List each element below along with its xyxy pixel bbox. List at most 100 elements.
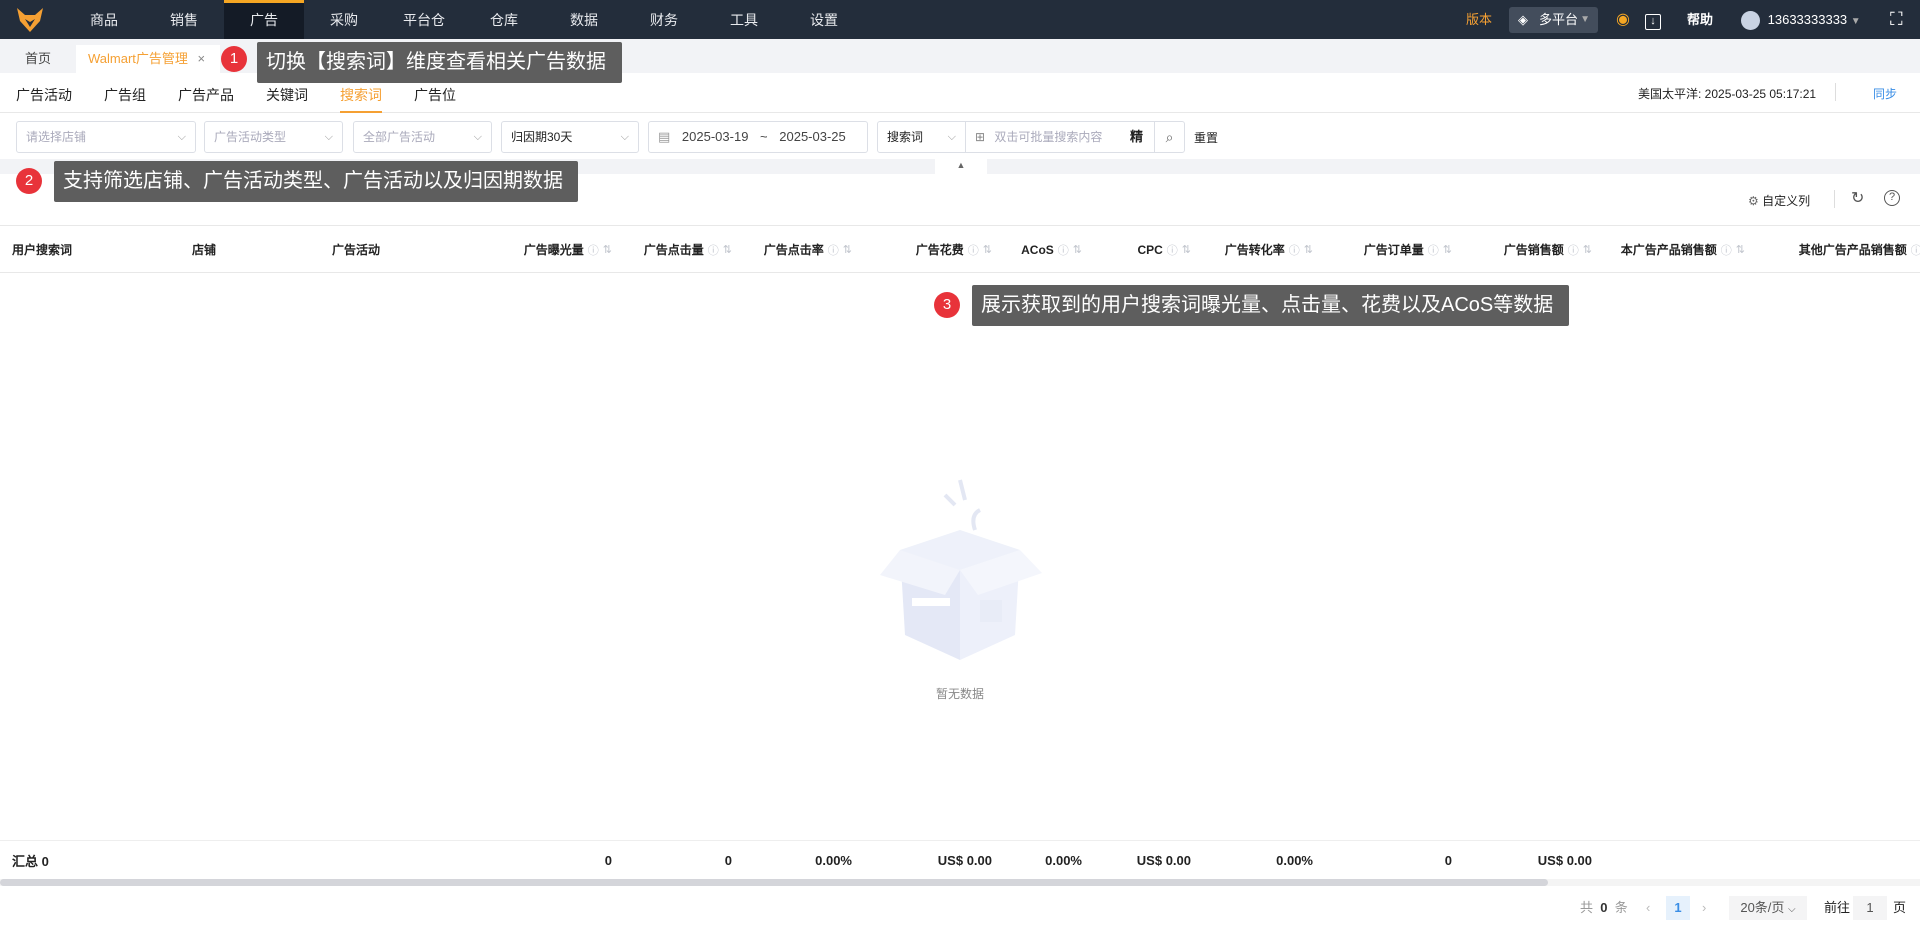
info-icon[interactable]: ⓘ — [588, 242, 599, 258]
column-header[interactable]: CPC ⓘ ⇅ — [1092, 226, 1201, 272]
summary-cell: 0 — [724, 853, 732, 868]
search-icon[interactable]: ⌕ — [1154, 122, 1184, 152]
next-page-icon[interactable]: › — [1702, 896, 1706, 920]
info-icon[interactable]: ⓘ — [1911, 242, 1920, 258]
top-nav: 商品 销售 广告 采购 平台仓 仓库 数据 财务 工具 设置 版本 ◈ 多平台 ▼ ◉ ↓ 帮助 … — [0, 0, 1920, 39]
column-header[interactable]: 本广告产品销售额 ⓘ ⇅ — [1602, 226, 1755, 272]
custom-columns-button[interactable]: ⚙ 自定义列 — [1748, 192, 1810, 209]
avatar — [1741, 11, 1760, 31]
nav-item[interactable]: 设置 — [784, 0, 864, 39]
date-range-picker[interactable]: ▤ 2025-03-19 ~ 2025-03-25 — [648, 121, 868, 153]
info-icon[interactable]: ⓘ — [1167, 242, 1178, 258]
goto-label: 前往 — [1824, 900, 1851, 915]
sort-icon[interactable]: ⇅ — [843, 243, 852, 256]
sort-icon[interactable]: ⇅ — [983, 243, 992, 256]
search-type-select[interactable]: 搜索词 ⌵ — [877, 121, 966, 153]
column-header[interactable]: 广告点击率 ⓘ ⇅ — [742, 226, 862, 272]
horizontal-scrollbar[interactable] — [0, 879, 1920, 886]
campaign-select[interactable]: 全部广告活动 ⌵ — [353, 121, 492, 153]
sort-icon[interactable]: ⇅ — [1583, 243, 1592, 256]
layers-icon: ◈ — [1518, 12, 1528, 27]
version-link[interactable]: 版本 — [1466, 0, 1492, 39]
filter-bar: 请选择店铺 ⌵ 广告活动类型 ⌵ 全部广告活动 ⌵ 归因期30天 ⌵ ▤ 2025-03… — [0, 113, 1920, 159]
column-header[interactable]: 广告销售额 ⓘ ⇅ — [1462, 226, 1602, 272]
prev-page-icon[interactable]: ‹ — [1646, 896, 1650, 920]
exact-match-toggle[interactable]: 精 — [1130, 122, 1143, 152]
sort-icon[interactable]: ⇅ — [1304, 243, 1313, 256]
close-icon[interactable]: × — [198, 51, 206, 66]
subtab[interactable]: 广告组 — [104, 85, 146, 113]
reset-button[interactable]: 重置 — [1194, 129, 1218, 146]
page-1[interactable]: 1 — [1666, 896, 1690, 920]
column-header[interactable]: 广告点击量 ⓘ ⇅ — [622, 226, 742, 272]
column-header[interactable]: 广告转化率 ⓘ ⇅ — [1201, 226, 1323, 272]
subtab[interactable]: 广告产品 — [178, 85, 234, 113]
fullscreen-icon[interactable]: ⛶ — [1890, 0, 1903, 39]
info-icon[interactable]: ⓘ — [1721, 242, 1732, 258]
subtab[interactable]: 广告活动 — [16, 85, 72, 113]
column-header[interactable]: 广告曝光量 ⓘ ⇅ — [500, 226, 622, 272]
subtab[interactable]: 搜索词 — [340, 85, 382, 113]
summary-cell: 0 — [1444, 853, 1452, 868]
info-icon[interactable]: ⓘ — [1289, 242, 1300, 258]
collapse-toggle[interactable]: ▲ — [935, 159, 987, 174]
search-input[interactable]: ⊞ 双击可批量搜索内容 精 ⌕ — [965, 121, 1185, 153]
sort-icon[interactable]: ⇅ — [603, 243, 612, 256]
fox-logo-icon[interactable] — [16, 7, 44, 33]
campaign-type-select[interactable]: 广告活动类型 ⌵ — [204, 121, 343, 153]
empty-box-icon — [880, 479, 1042, 660]
nav-item[interactable]: 仓库 — [464, 0, 544, 39]
nav-item[interactable]: 财务 — [624, 0, 704, 39]
column-header[interactable]: 广告订单量 ⓘ ⇅ — [1323, 226, 1462, 272]
nav-item[interactable]: 采购 — [304, 0, 384, 39]
nav-item[interactable]: 销售 — [144, 0, 224, 39]
info-icon[interactable]: ⓘ — [708, 242, 719, 258]
batch-grid-icon[interactable]: ⊞ — [975, 130, 985, 144]
info-icon[interactable]: ⓘ — [1058, 242, 1069, 258]
nav-item[interactable]: 数据 — [544, 0, 624, 39]
help-link[interactable]: 帮助 — [1687, 0, 1713, 39]
sync-link[interactable]: 同步 — [1873, 85, 1897, 102]
sort-icon[interactable]: ⇅ — [1736, 243, 1745, 256]
nav-item[interactable]: 广告 — [224, 0, 304, 39]
total-count: 共 0 条 — [1580, 900, 1628, 915]
download-icon[interactable]: ↓ — [1645, 0, 1661, 39]
column-header[interactable]: 其他广告产品销售额ⓘ⇅ — [1755, 226, 1920, 272]
support-icon[interactable]: ◉ — [1616, 0, 1630, 39]
nav-item[interactable]: 商品 — [64, 0, 144, 39]
summary-cell: 0 — [604, 853, 612, 868]
subtab[interactable]: 广告位 — [414, 85, 456, 113]
sort-icon[interactable]: ⇅ — [1443, 243, 1452, 256]
refresh-icon[interactable]: ↻ — [1851, 188, 1864, 208]
scrollbar-thumb[interactable] — [0, 879, 1548, 886]
page-size-select[interactable]: 20条/页 ⌵ — [1729, 896, 1807, 920]
column-header[interactable]: ACoS ⓘ ⇅ — [1002, 226, 1092, 272]
info-icon[interactable]: ⓘ — [828, 242, 839, 258]
summary-cell: US$ 0.00 — [937, 853, 992, 868]
info-icon[interactable]: ⓘ — [1428, 242, 1439, 258]
gear-icon: ⚙ — [1748, 194, 1759, 208]
nav-item[interactable]: 平台仓 — [384, 0, 464, 39]
timezone-clock: 美国太平洋: 2025-03-25 05:17:21 — [1638, 87, 1817, 101]
summary-cell: US$ 0.00 — [1537, 853, 1592, 868]
subtab[interactable]: 关键词 — [266, 85, 308, 113]
nav-item[interactable]: 工具 — [704, 0, 784, 39]
tab-walmart-ads[interactable]: Walmart广告管理 × — [76, 45, 220, 73]
callout-marker-1: 1 — [221, 46, 247, 72]
attribution-select[interactable]: 归因期30天 ⌵ — [501, 121, 639, 153]
store-select[interactable]: 请选择店铺 ⌵ — [16, 121, 196, 153]
sort-icon[interactable]: ⇅ — [723, 243, 732, 256]
summary-cell — [1602, 841, 1755, 879]
caret-down-icon: ▼ — [1580, 14, 1590, 25]
goto-input[interactable]: 1 — [1853, 896, 1887, 920]
column-header: 广告活动 — [332, 243, 381, 257]
platform-select[interactable]: ◈ 多平台 ▼ — [1509, 7, 1598, 33]
info-icon[interactable]: ⓘ — [968, 242, 979, 258]
column-header[interactable]: 广告花费 ⓘ ⇅ — [862, 226, 1002, 272]
sort-icon[interactable]: ⇅ — [1182, 243, 1191, 256]
help-icon[interactable]: ? — [1884, 190, 1900, 206]
tab-home[interactable]: 首页 — [0, 45, 76, 73]
user-menu[interactable]: 13633333333 ▼ — [1741, 0, 1861, 39]
sort-icon[interactable]: ⇅ — [1073, 243, 1082, 256]
info-icon[interactable]: ⓘ — [1568, 242, 1579, 258]
